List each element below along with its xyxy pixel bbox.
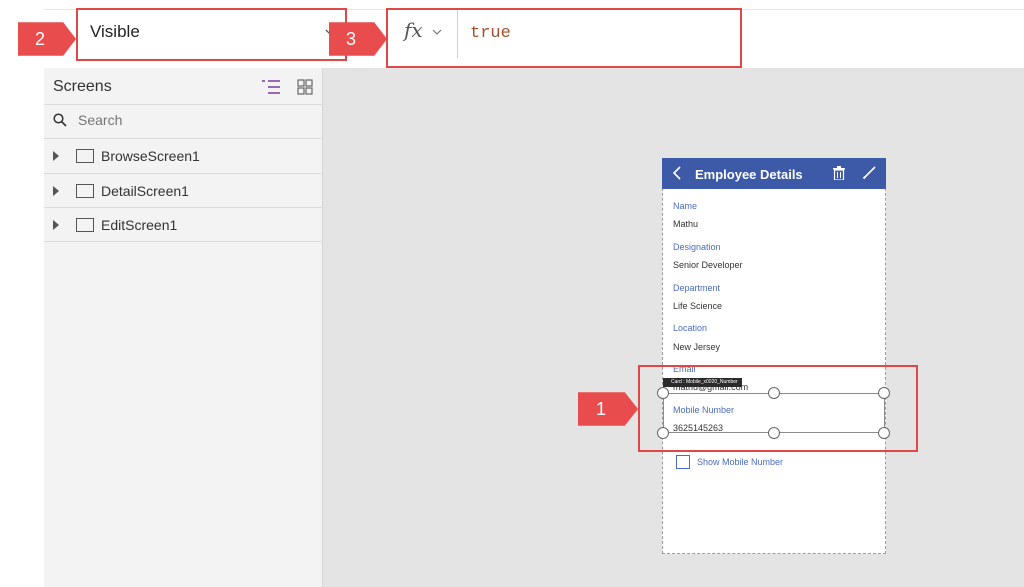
- edit-pencil-icon[interactable]: [862, 165, 877, 180]
- screen-item-label: DetailScreen1: [101, 183, 189, 199]
- field-value: Life Science: [673, 301, 723, 311]
- field-value: Senior Developer: [673, 260, 743, 270]
- field-label: Name: [673, 201, 698, 211]
- panel-divider: [44, 241, 322, 242]
- grid-view-icon[interactable]: [297, 79, 313, 95]
- expand-arrow-icon[interactable]: [53, 186, 59, 196]
- checkbox-label: Show Mobile Number: [697, 457, 784, 467]
- screen-icon: [76, 218, 94, 232]
- screen-item-label: BrowseScreen1: [101, 148, 200, 164]
- search-icon: [53, 113, 67, 127]
- screen-item-detailscreen1[interactable]: DetailScreen1: [44, 174, 322, 208]
- panel-title: Screens: [53, 78, 112, 95]
- list-view-icon[interactable]: [262, 79, 280, 95]
- field-value: New Jersey: [673, 342, 721, 352]
- screen-item-editscreen1[interactable]: EditScreen1: [44, 208, 322, 242]
- left-strip: [0, 0, 44, 587]
- panel-divider: [44, 104, 322, 105]
- expand-arrow-icon[interactable]: [53, 151, 59, 161]
- screen-item-label: EditScreen1: [101, 217, 178, 233]
- trash-icon[interactable]: [833, 166, 845, 180]
- field-label: Department: [673, 283, 721, 293]
- screen-icon: [76, 149, 94, 163]
- callout-highlight-2: [76, 8, 347, 61]
- field-label: Location: [673, 323, 708, 333]
- field-value: Mathu: [673, 219, 699, 229]
- phone-screen: [662, 158, 886, 554]
- screen-icon: [76, 184, 94, 198]
- field-label: Designation: [673, 242, 721, 252]
- callout-highlight-1: [638, 365, 918, 452]
- callout-highlight-3: [386, 8, 742, 68]
- header-title: Employee Details: [695, 167, 803, 182]
- search-input[interactable]: [78, 112, 278, 128]
- expand-arrow-icon[interactable]: [53, 220, 59, 230]
- show-mobile-checkbox[interactable]: [676, 455, 690, 469]
- back-icon[interactable]: [672, 166, 682, 180]
- screen-item-browsescreen1[interactable]: BrowseScreen1: [44, 139, 322, 173]
